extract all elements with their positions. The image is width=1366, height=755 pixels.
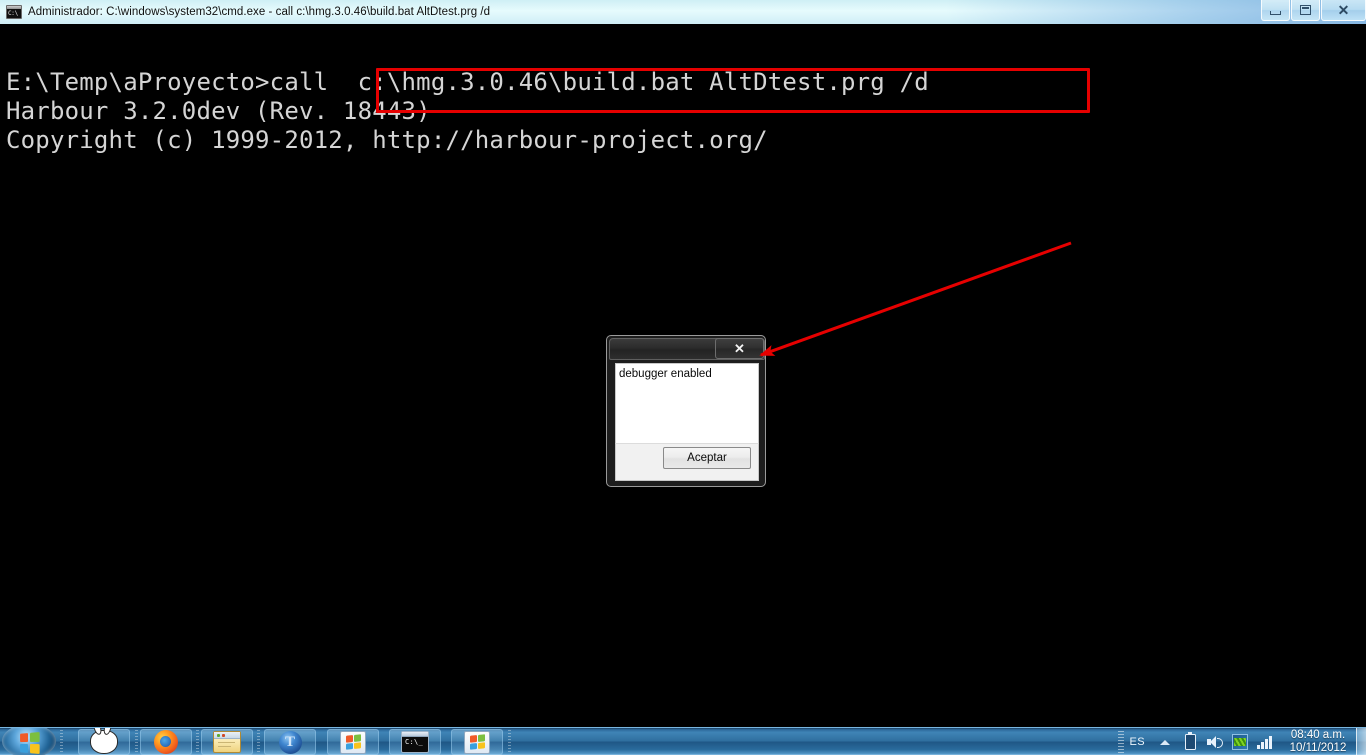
taskbar-item-bunny[interactable] (78, 729, 130, 755)
taskbar-divider-1 (60, 730, 63, 754)
dialog-close-button[interactable]: ✕ (715, 338, 764, 359)
signal-bars-icon[interactable] (1257, 733, 1273, 751)
bunny-icon (90, 730, 118, 754)
taskbar-divider-4 (257, 730, 260, 754)
language-indicator[interactable]: ES (1130, 736, 1145, 748)
t-circle-icon: T (278, 730, 302, 754)
clock-time: 08:40 a.m. (1290, 729, 1346, 741)
minimize-button[interactable] (1261, 0, 1290, 21)
command-highlight-box (376, 68, 1090, 113)
window-title: Administrador: C:\windows\system32\cmd.e… (28, 6, 491, 18)
maximize-button[interactable] (1291, 0, 1320, 21)
system-tray: ES 08:40 a.m. 10/11/2012 (1117, 728, 1366, 755)
volume-icon[interactable] (1207, 733, 1223, 751)
taskbar-item-t-app[interactable]: T (264, 729, 316, 755)
taskbar-item-explorer[interactable] (201, 729, 253, 755)
clock-date: 10/11/2012 (1289, 742, 1347, 754)
taskbar-item-windows-app-1[interactable] (327, 729, 379, 755)
close-button[interactable]: ✕ (1321, 0, 1366, 21)
accept-button[interactable]: Aceptar (663, 447, 751, 469)
message-dialog[interactable]: ✕ debugger enabled Aceptar (606, 335, 766, 487)
cmd-icon (6, 5, 22, 19)
taskbar[interactable]: T ES 08:40 a.m. 10/ (0, 727, 1366, 755)
battery-icon[interactable] (1182, 731, 1198, 751)
console-output-area[interactable]: E:\Temp\aProyecto>call c:\hmg.3.0.46\bui… (0, 24, 1366, 727)
maximize-icon (1300, 5, 1311, 15)
dialog-message: debugger enabled (619, 368, 712, 380)
window-titlebar[interactable]: Administrador: C:\windows\system32\cmd.e… (0, 0, 1366, 24)
show-desktop-button[interactable] (1356, 728, 1366, 755)
windows-flag-icon (340, 730, 366, 754)
folder-icon (213, 731, 241, 753)
taskbar-divider-5 (508, 730, 511, 754)
taskbar-divider-2 (135, 730, 138, 754)
tray-grip[interactable] (1117, 731, 1124, 753)
cmd-icon (401, 731, 429, 753)
start-button[interactable] (2, 728, 56, 755)
windows-flag-icon (464, 730, 490, 754)
close-icon: ✕ (1337, 2, 1350, 18)
taskbar-item-firefox[interactable] (140, 729, 192, 755)
chevron-up-icon[interactable] (1157, 733, 1173, 751)
window-controls: ✕ (1260, 0, 1366, 22)
titlebar-left-group: Administrador: C:\windows\system32\cmd.e… (6, 0, 490, 24)
firefox-icon (154, 730, 178, 754)
windows-logo-icon (20, 731, 40, 754)
taskbar-item-cmd[interactable] (389, 729, 441, 755)
minimize-icon (1270, 10, 1281, 15)
clock[interactable]: 08:40 a.m. 10/11/2012 (1282, 729, 1354, 755)
dialog-titlebar[interactable]: ✕ (609, 338, 765, 360)
taskbar-item-windows-app-2[interactable] (451, 729, 503, 755)
network-activity-icon[interactable] (1232, 733, 1248, 751)
taskbar-divider-3 (196, 730, 199, 754)
